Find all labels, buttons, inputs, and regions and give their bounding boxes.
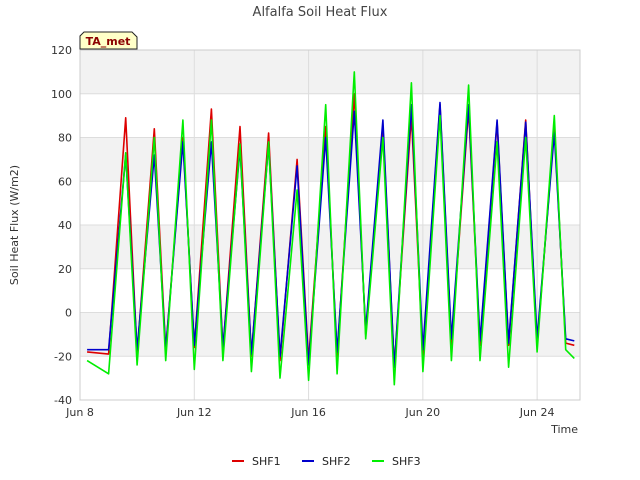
y-tick-label: 20: [58, 263, 72, 276]
legend: SHF1 SHF2 SHF3: [232, 455, 421, 468]
annotation-badge: TA_met: [79, 31, 138, 50]
y-tick-label: 100: [51, 88, 72, 101]
legend-label-shf3: SHF3: [392, 455, 421, 468]
x-tick-labels: Jun 8 Jun 12 Jun 16 Jun 20 Jun 24: [65, 406, 554, 419]
annotation-badge-label: TA_met: [86, 35, 131, 48]
x-tick-label: Jun 12: [176, 406, 212, 419]
chart: Alfalfa Soil Heat Flux -40-2002040608010…: [8, 5, 581, 468]
y-tick-label: -20: [54, 350, 72, 363]
y-tick-labels: -40-20020406080100120: [51, 44, 72, 407]
x-tick-label: Jun 24: [519, 406, 555, 419]
x-tick-label: Jun 8: [65, 406, 94, 419]
y-axis-label: Soil Heat Flux (W/m2): [8, 165, 21, 285]
y-tick-label: 0: [65, 307, 72, 320]
y-tick-label: 40: [58, 219, 72, 232]
background-band: [80, 312, 580, 357]
y-tick-label: 80: [58, 132, 72, 145]
y-tick-label: 60: [58, 175, 72, 188]
legend-label-shf1: SHF1: [252, 455, 281, 468]
y-tick-label: 120: [51, 44, 72, 57]
x-tick-label: Jun 16: [290, 406, 326, 419]
x-tick-label: Jun 20: [405, 406, 441, 419]
legend-label-shf2: SHF2: [322, 455, 351, 468]
chart-title: Alfalfa Soil Heat Flux: [253, 5, 388, 20]
background-band: [80, 50, 580, 94]
x-axis-label: Time: [550, 423, 578, 436]
